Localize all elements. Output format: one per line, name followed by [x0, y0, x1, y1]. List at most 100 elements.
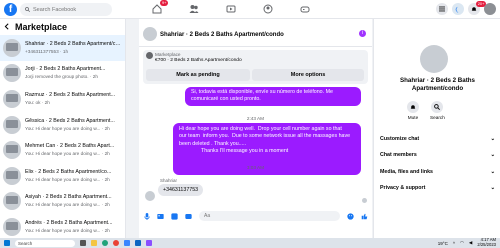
menu-label: Chat members — [380, 152, 417, 158]
weather-temp[interactable]: 19°C — [438, 241, 448, 246]
chat-members-item[interactable]: Chat members ⌄ — [380, 152, 495, 158]
conversation-snippet: You: Hi dear hope you are doing w... · 2… — [25, 227, 110, 233]
tray-up-arrow-icon[interactable]: ^ — [453, 241, 455, 246]
search-input[interactable] — [33, 6, 108, 13]
gif-icon[interactable] — [185, 213, 192, 220]
privacy-support-item[interactable]: Privacy & support ⌄ — [380, 185, 495, 191]
notifications-bell-icon[interactable]: 20+ — [468, 1, 486, 15]
nav-groups-icon[interactable] — [261, 2, 274, 16]
file-explorer-icon[interactable] — [91, 240, 97, 246]
conversation-item[interactable]: Shahriar · 2 Beds 2 Baths Apartment/cond… — [0, 35, 125, 61]
conversation-snippet: You: ok · 2h — [25, 99, 50, 105]
wifi-icon[interactable]: ◠ — [460, 240, 464, 246]
chevron-down-icon: ⌄ — [490, 152, 495, 158]
listing-title[interactable]: €700 · 2 Beds 2 Baths Apartment/condo — [155, 58, 242, 63]
chat-details-panel: Shahriar · 2 Beds 2 Baths Apartment/cond… — [373, 19, 500, 238]
nav-watch-icon[interactable] — [224, 2, 237, 16]
mark-as-pending-button[interactable]: Mark as pending — [146, 69, 250, 81]
conversation-title: Mehmet Can · 2 Beds 2 Baths Apart... — [25, 143, 115, 150]
conversation-title: Andrés · 2 Beds 2 Baths Apartment... — [25, 219, 113, 226]
conversation-item[interactable]: Jorji · 2 Beds 2 Baths Apartment... Jorji… — [0, 61, 125, 87]
contact-avatar[interactable] — [420, 45, 448, 73]
conversation-snippet: You: Hi dear hope you are doing w... · 2… — [25, 151, 110, 157]
message-composer — [139, 207, 372, 225]
conversation-item[interactable]: Elix · 2 Beds 2 Baths Apartment/co... You… — [0, 163, 125, 189]
sticker-icon[interactable] — [171, 212, 178, 220]
more-options-button[interactable]: More options — [252, 69, 364, 81]
taskbar-search[interactable]: Search — [15, 239, 75, 247]
message-input[interactable] — [199, 211, 340, 221]
menu-label: Media, files and links — [380, 169, 433, 175]
nav-home-icon[interactable]: 9+ — [150, 0, 168, 16]
edge-icon[interactable] — [102, 240, 108, 246]
mute-button[interactable]: Mute — [407, 101, 419, 120]
taskbar-clock[interactable]: 4:17 AM 2/25/2023 — [477, 238, 496, 247]
info-icon[interactable]: i — [359, 30, 366, 37]
conversation-avatar — [3, 89, 21, 108]
conversation-snippet: +346311377553 · 1h — [25, 48, 69, 54]
search-icon — [434, 104, 441, 110]
conversation-avatar — [3, 217, 21, 236]
search-label: Search — [430, 115, 445, 120]
listing-label: Marketplace — [155, 52, 181, 57]
photos-icon[interactable] — [146, 240, 152, 246]
conversation-avatar — [3, 64, 21, 83]
conversation-title: Asiyah · 2 Beds 2 Baths Apartment... — [25, 194, 112, 201]
menu-grid-icon[interactable] — [436, 3, 448, 15]
chevron-down-icon: ⌄ — [490, 169, 495, 175]
store-icon[interactable] — [124, 240, 130, 246]
conversation-avatar — [3, 166, 21, 185]
chat-pane: Shahriar · 2 Beds 2 Baths Apartment/cond… — [139, 19, 372, 238]
conversation-avatar — [3, 115, 21, 134]
menu-label: Customize chat — [380, 136, 420, 142]
task-view-icon[interactable] — [80, 240, 86, 246]
sidebar-title: Marketplace — [15, 22, 68, 32]
conversation-avatar — [3, 141, 21, 160]
conversation-sidebar: Marketplace Shahriar · 2 Beds 2 Baths Ap… — [0, 19, 126, 238]
listing-thumbnail[interactable] — [146, 52, 153, 59]
chat-header: Shahriar · 2 Beds 2 Baths Apartment/cond… — [139, 19, 372, 47]
conversation-title: Razmuz · 2 Beds 2 Baths Apartment... — [25, 91, 116, 98]
customize-chat-item[interactable]: Customize chat ⌄ — [380, 136, 495, 142]
media-files-links-item[interactable]: Media, files and links ⌄ — [380, 169, 495, 175]
chat-avatar[interactable] — [143, 27, 157, 41]
taskbar-search-label: Search — [18, 240, 33, 246]
sender-avatar — [145, 191, 155, 201]
conversation-item[interactable]: Andrés · 2 Beds 2 Baths Apartment... You:… — [0, 214, 125, 238]
search-in-chat-button[interactable]: Search — [430, 101, 445, 120]
chevron-down-icon: ⌄ — [490, 136, 495, 142]
search-box[interactable] — [20, 3, 112, 16]
conversation-avatar — [3, 38, 21, 57]
nav-friends-icon[interactable] — [187, 2, 200, 16]
thumbs-up-icon[interactable] — [361, 213, 368, 220]
emoji-icon[interactable] — [347, 212, 354, 220]
mail-icon[interactable] — [135, 240, 141, 246]
conversation-title: Elix · 2 Beds 2 Baths Apartment/co... — [25, 168, 112, 175]
windows-start-icon[interactable] — [4, 240, 10, 246]
marketplace-listing-card: Marketplace €700 · 2 Beds 2 Baths Apartm… — [143, 50, 368, 84]
volume-icon[interactable]: ◀ — [469, 240, 472, 246]
conversation-avatar — [3, 192, 21, 211]
chrome-icon[interactable] — [113, 240, 119, 246]
outgoing-message: Si, todavia está disponible, envíe su nú… — [185, 87, 361, 106]
image-icon[interactable] — [157, 213, 164, 220]
microphone-icon[interactable] — [143, 212, 150, 220]
chat-title[interactable]: Shahriar · 2 Beds 2 Baths Apartment/cond… — [160, 32, 284, 38]
conversation-snippet: You: Hi dear hope you are doing w... · 2… — [25, 176, 110, 182]
sender-name: Shahriar — [160, 178, 178, 183]
search-icon — [25, 7, 30, 12]
conversation-item[interactable]: Asiyah · 2 Beds 2 Baths Apartment... You:… — [0, 189, 125, 215]
conversation-title: Gêssica · 2 Beds 2 Baths Apartment... — [25, 117, 115, 124]
profile-avatar[interactable] — [484, 3, 496, 15]
read-receipt-avatar — [362, 198, 367, 203]
nav-gaming-icon[interactable] — [298, 2, 311, 16]
back-arrow-icon[interactable] — [4, 22, 11, 32]
conversation-item[interactable]: Razmuz · 2 Beds 2 Baths Apartment... You:… — [0, 86, 125, 112]
facebook-logo[interactable]: f — [4, 3, 17, 16]
clock-date: 2/25/2023 — [477, 242, 496, 247]
mute-label: Mute — [407, 115, 419, 120]
conversation-item[interactable]: Mehmet Can · 2 Beds 2 Baths Apart... You:… — [0, 137, 125, 163]
os-taskbar: Search 19°C ^ ◠ ◀ 4:17 AM 2/25/2023 — [0, 238, 500, 248]
messenger-icon[interactable] — [452, 3, 464, 15]
conversation-item[interactable]: Gêssica · 2 Beds 2 Baths Apartment... You… — [0, 112, 125, 138]
